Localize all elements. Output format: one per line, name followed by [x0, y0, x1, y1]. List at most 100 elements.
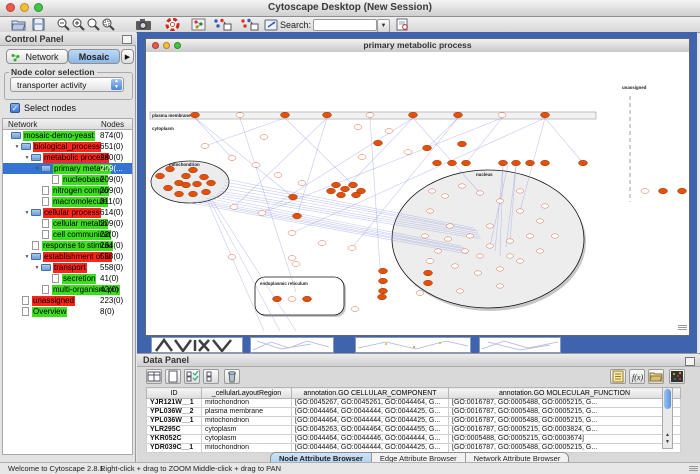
tab-overflow-arrow[interactable]: ▶	[121, 49, 134, 64]
background-window-fragment[interactable]	[151, 337, 243, 353]
new-attribute-icon[interactable]	[165, 369, 181, 384]
tree-item-transport[interactable]: ▼transport558(0)	[3, 262, 132, 273]
background-window-fragment[interactable]	[479, 337, 561, 353]
disclosure-triangle-icon[interactable]: ▼	[23, 254, 31, 260]
tree-item-cellular-metabo[interactable]: cellular metabo209(0)	[3, 218, 132, 229]
table-icon[interactable]	[146, 369, 162, 384]
annotation-icon[interactable]	[264, 18, 279, 31]
background-window-fragment[interactable]	[250, 337, 334, 353]
zoom-in-icon[interactable]	[71, 18, 86, 31]
network-canvas[interactable]: plasma membranecytoplasmmitochondrionnuc…	[146, 52, 689, 335]
tree-item-response-to-stimulu[interactable]: response to stimulu264(0)	[3, 240, 132, 251]
tree-item-metabolic-process[interactable]: ▼metabolic process280(0)	[3, 152, 132, 163]
tree-item-secretion[interactable]: secretion41(0)	[3, 273, 132, 284]
table-cell[interactable]: [GO:0016787, GO:0005215, GO:0003824, G..…	[449, 426, 681, 435]
table-cell[interactable]: [GO:0044464, GO:0044444, GO:0044425, G..…	[292, 408, 449, 417]
table-cell[interactable]: [GO:0016787, GO:0005488, GO:0005215, G..…	[449, 408, 681, 417]
table-cell[interactable]: [GO:0005488, GO:0005215, GO:0003674]	[449, 435, 681, 444]
table-cell[interactable]: YLR295C	[147, 426, 202, 435]
tree-item-mosaic-demo-yeast[interactable]: mosaic-demo-yeast874(0)	[3, 130, 132, 141]
minimize-network-window-icon[interactable]	[163, 42, 170, 49]
background-window-fragment[interactable]	[355, 337, 471, 353]
minimize-window-icon[interactable]	[20, 3, 29, 12]
table-cell[interactable]: cytoplasm	[202, 435, 292, 444]
tree-item-unassigned[interactable]: unassigned223(0)	[3, 295, 132, 306]
disclosure-triangle-icon[interactable]: ▼	[33, 265, 41, 271]
search-input[interactable]	[313, 19, 377, 31]
table-cell[interactable]: YJR121W__1	[147, 399, 202, 408]
tab-mosaic[interactable]: Mosaic	[68, 49, 120, 64]
column-header[interactable]: _cellularLayoutRegion	[202, 388, 292, 399]
table-cell[interactable]: [GO:0016787, GO:0005488, GO:0005215, G..…	[449, 417, 681, 426]
select-attributes-icon[interactable]	[184, 369, 200, 384]
app-resize-grip-icon[interactable]	[689, 465, 698, 474]
zoom-out-icon[interactable]	[56, 18, 71, 31]
tree-item-cell-communicat[interactable]: cell communicat22(0)	[3, 229, 132, 240]
zoom-selected-icon[interactable]	[101, 18, 116, 31]
disclosure-triangle-icon[interactable]: ▼	[13, 144, 21, 150]
tree-item-macromolecule[interactable]: macromolecule311(0)	[3, 196, 132, 207]
table-cell[interactable]: mitochondrion	[202, 417, 292, 426]
network-view-window[interactable]: primary metabolic process plasma membran…	[145, 38, 690, 336]
table-cell[interactable]: mitochondrion	[202, 399, 292, 408]
help-ring-icon[interactable]	[165, 18, 180, 31]
disclosure-triangle-icon[interactable]: ▼	[23, 210, 31, 216]
zoom-window-icon[interactable]	[34, 3, 43, 12]
snapshot-icon[interactable]	[135, 18, 152, 31]
attribute-list-icon[interactable]	[610, 369, 626, 384]
tree-item-cellular-process[interactable]: ▼cellular process614(0)	[3, 207, 132, 218]
close-network-window-icon[interactable]	[152, 42, 159, 49]
matrix-icon[interactable]	[669, 369, 685, 384]
tree-item-nitrogen-compo[interactable]: nitrogen compo209(0)	[3, 185, 132, 196]
column-header[interactable]: annotation.GO MOLECULAR_FUNCTION	[449, 388, 681, 399]
layout-red-icon[interactable]	[239, 18, 259, 31]
node-color-dropdown[interactable]: transporter activity ▲▼	[10, 77, 124, 92]
tree-item-establishment-of-lo[interactable]: ▼establishment of lo558(0)	[3, 251, 132, 262]
float-data-panel-icon[interactable]	[685, 357, 695, 366]
table-row[interactable]: YLR295Ccytoplasm[GO:0045263, GO:0044464,…	[147, 426, 681, 435]
scroll-down-icon[interactable]: ▼	[664, 439, 671, 445]
node-attribute-table[interactable]: ID_cellularLayoutRegionannotation.GO CEL…	[146, 387, 681, 453]
column-header[interactable]: annotation.GO CELLULAR_COMPONENT	[292, 388, 449, 399]
tab-network[interactable]: Network	[6, 49, 68, 64]
table-cell[interactable]: [GO:0044464, GO:0044446, GO:0044444, G..…	[292, 435, 449, 444]
table-row[interactable]: YJR121W__1mitochondrion[GO:0045267, GO:0…	[147, 399, 681, 408]
tree-item-biological-process[interactable]: ▼biological_process651(0)	[3, 141, 132, 152]
close-window-icon[interactable]	[6, 3, 15, 12]
select-nodes-checkbox[interactable]: ✓	[10, 103, 20, 113]
table-cell[interactable]: plasma membrane	[202, 408, 292, 417]
search-dropdown-button[interactable]: ▼	[377, 19, 390, 33]
disclosure-triangle-icon[interactable]: ▼	[33, 166, 41, 172]
table-cell[interactable]: [GO:0044464, GO:0044444, GO:0044425, G..…	[292, 417, 449, 426]
table-cell[interactable]: [GO:0045263, GO:0044464, GO:0044455, G..…	[292, 426, 449, 435]
network-overview-icon[interactable]	[191, 18, 206, 31]
table-cell[interactable]: [GO:0045267, GO:0045261, GO:0044464, G..…	[292, 399, 449, 408]
tree-item-overview[interactable]: Overview8(0)	[3, 306, 132, 317]
scrollbar-thumb[interactable]	[664, 389, 671, 409]
layout-blue-icon[interactable]	[212, 18, 232, 31]
table-row[interactable]: YPL036W__2plasma membrane[GO:0044464, GO…	[147, 408, 681, 417]
float-panel-icon[interactable]	[122, 35, 132, 44]
table-cell[interactable]: [GO:0016787, GO:0005488, GO:0005215, G..…	[449, 399, 681, 408]
table-row[interactable]: YKR052Ccytoplasm[GO:0044464, GO:0044446,…	[147, 435, 681, 444]
tree-item-multi-organism-pro[interactable]: multi-organism pro42(0)	[3, 284, 132, 295]
table-cell[interactable]: YPL036W__1	[147, 417, 202, 426]
unselect-attributes-icon[interactable]	[203, 369, 219, 384]
scroll-up-icon[interactable]: ▲	[664, 432, 671, 438]
window-resize-grip-icon[interactable]	[678, 324, 687, 333]
table-cell[interactable]: cytoplasm	[202, 426, 292, 435]
advanced-search-icon[interactable]	[395, 18, 410, 31]
zoom-fit-icon[interactable]	[86, 18, 101, 31]
delete-attribute-icon[interactable]	[224, 369, 240, 384]
open-icon[interactable]	[11, 18, 26, 31]
function-icon[interactable]: f(x)	[629, 369, 645, 384]
tree-item-nucleobase-[interactable]: nucleobase-209(0)	[3, 174, 132, 185]
save-icon[interactable]	[31, 18, 46, 31]
table-cell[interactable]: YDR039C__1	[147, 444, 202, 453]
tree-item-primary-metabo[interactable]: ▼primary metabo209(...	[3, 163, 132, 174]
network-window-titlebar[interactable]: primary metabolic process	[146, 39, 689, 53]
disclosure-triangle-icon[interactable]: ▼	[23, 155, 31, 161]
table-cell[interactable]: YPL036W__2	[147, 408, 202, 417]
zoom-network-window-icon[interactable]	[174, 42, 181, 49]
table-cell[interactable]: YKR052C	[147, 435, 202, 444]
